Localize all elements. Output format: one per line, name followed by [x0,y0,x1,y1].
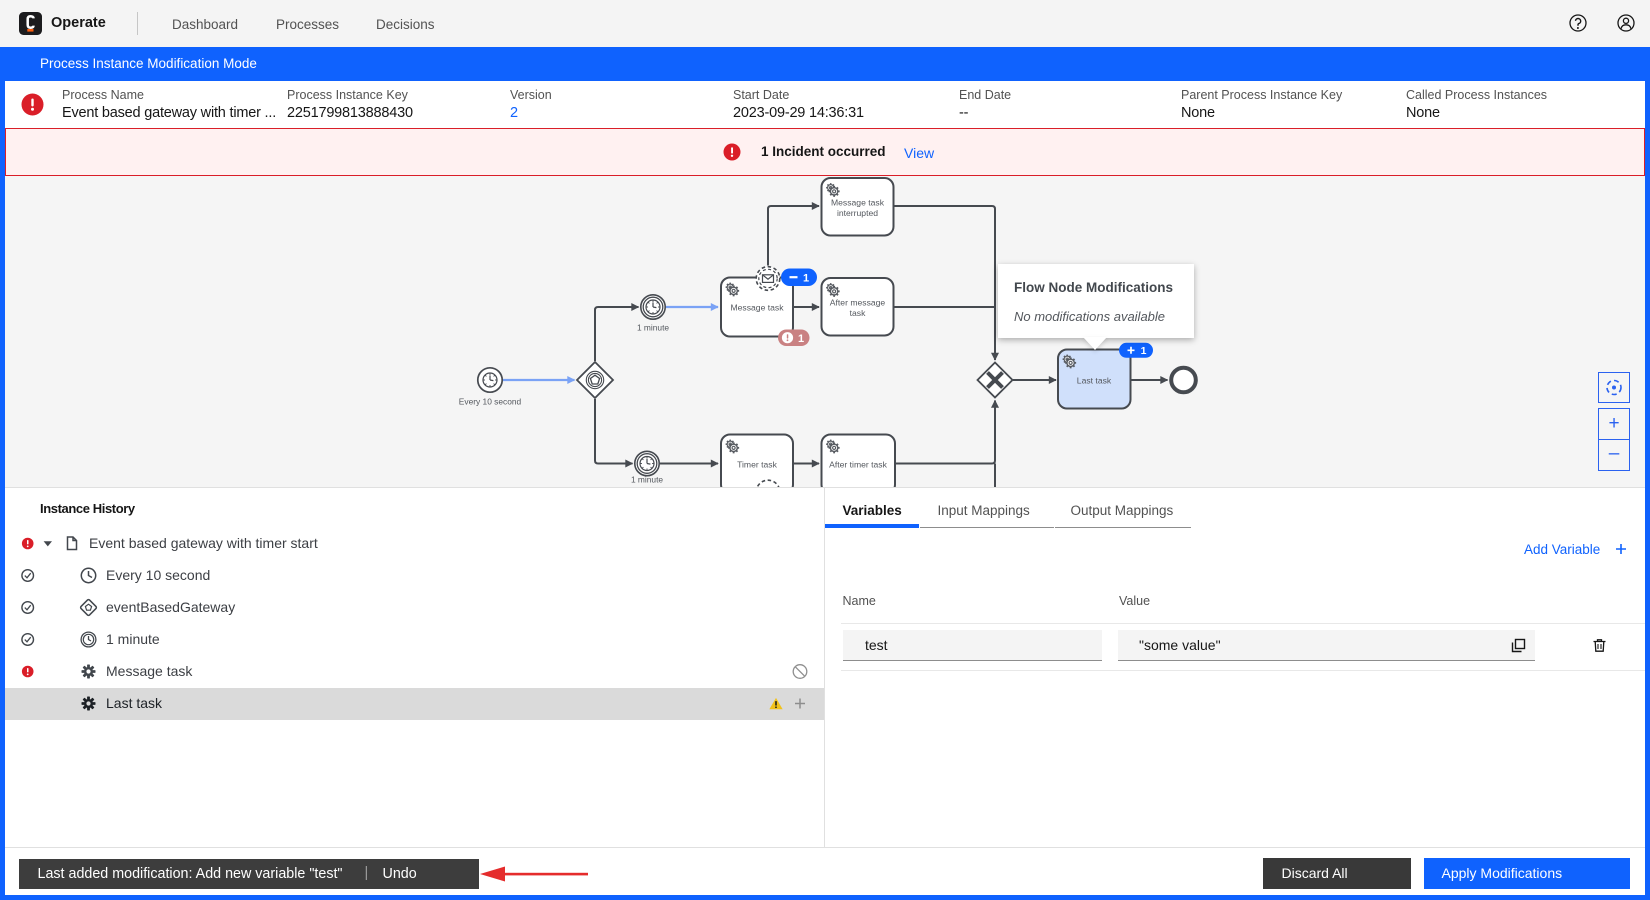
svg-text:Every 10 second: Every 10 second [106,567,210,583]
svg-text:Last task: Last task [106,695,163,711]
svg-text:1 minute: 1 minute [631,475,663,485]
svg-text:eventBasedGateway: eventBasedGateway [106,599,235,615]
svg-text:Timer task: Timer task [737,460,777,470]
svg-text:Event based gateway with timer: Event based gateway with timer start [89,535,318,551]
svg-text:Message task: Message task [106,663,193,679]
svg-text:Message task: Message task [730,303,784,313]
svg-text:Every 10 second: Every 10 second [459,397,522,407]
svg-text:1: 1 [798,333,804,345]
svg-text:1 minute: 1 minute [637,323,669,333]
svg-text:Last task: Last task [1077,376,1112,386]
svg-text:task: task [850,308,866,318]
svg-text:After timer task: After timer task [829,460,887,470]
svg-text:Message task: Message task [831,198,885,208]
svg-text:1: 1 [803,273,809,285]
svg-text:interrupted: interrupted [837,208,878,218]
svg-text:After message: After message [830,298,886,308]
svg-text:1: 1 [1141,345,1147,357]
svg-text:1 minute: 1 minute [106,631,160,647]
